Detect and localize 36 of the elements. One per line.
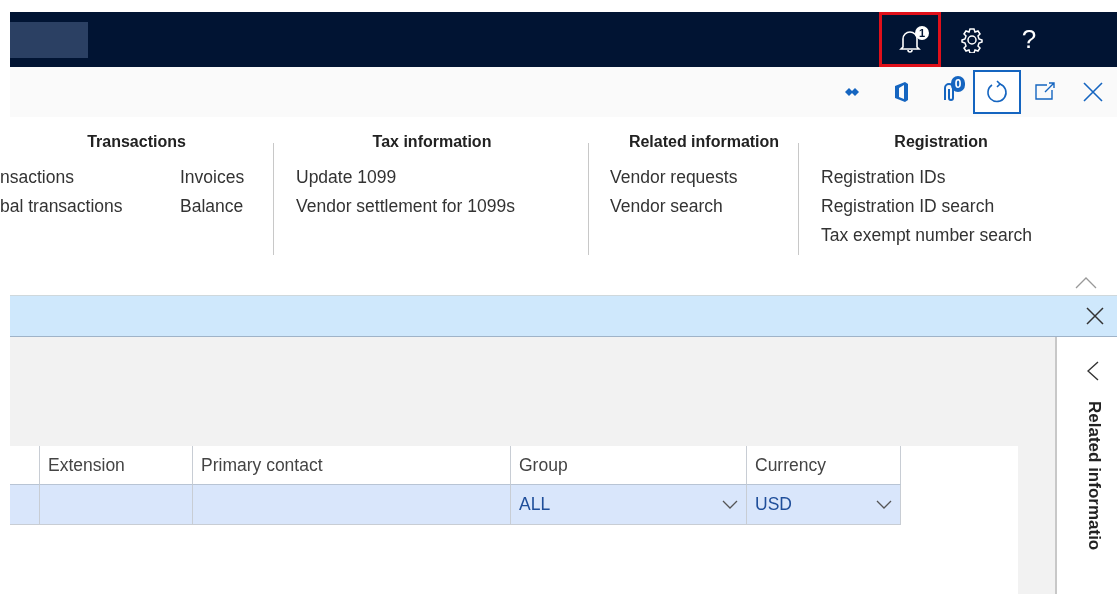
close-icon [1085,306,1105,326]
menu-link[interactable]: Tax exempt number search [821,221,1033,250]
chevron-up-icon [1075,277,1097,289]
menu-link[interactable]: Registration ID search [821,192,1033,221]
menu-link[interactable]: Balance [180,192,245,221]
menu-link[interactable]: Vendor settlement for 1099s [296,192,515,221]
menu-link[interactable]: nsactions [0,163,150,192]
table-cell [10,485,40,525]
group-heading: Registration [893,133,989,152]
menu-link[interactable]: Update 1099 [296,163,515,192]
menu-link[interactable]: Registration IDs [821,163,1033,192]
paperclip-button[interactable]: 0 [925,70,973,114]
chevron-down-icon [722,499,738,510]
settings-icon [959,26,985,53]
menu-link[interactable]: Invoices [180,163,245,192]
chevron-down-icon [876,499,892,510]
refresh-icon [985,80,1009,104]
menu-link[interactable]: bal transactions [0,192,150,221]
refresh-button[interactable] [973,70,1021,114]
group-heading: Related information [627,133,781,152]
menu-link[interactable]: Vendor requests [610,163,738,192]
expand-button[interactable] [1087,361,1099,381]
panel-title: Related informatio [1084,401,1104,551]
chevron-left-icon [1087,361,1099,381]
group-heading: Transactions [86,133,187,152]
help-button[interactable]: ? [1003,12,1055,67]
dropdown-field[interactable]: USD [747,485,901,525]
group-heading: Tax information [371,133,493,152]
close-icon [1081,80,1105,104]
dropdown-field[interactable]: ALL [511,485,747,525]
close-button[interactable] [1085,306,1105,326]
notification-badge: 1 [915,26,929,40]
count-badge: 0 [951,76,965,92]
menu-link[interactable]: Vendor search [610,192,738,221]
grid-row[interactable]: ALL USD [10,485,901,525]
collapse-button[interactable] [1075,277,1097,289]
